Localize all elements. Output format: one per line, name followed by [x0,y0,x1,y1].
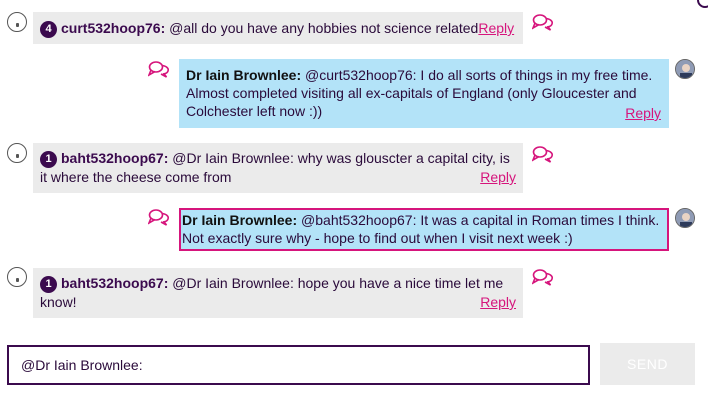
chat-bubbles-icon[interactable] [148,208,170,226]
student-avatar-icon [7,267,27,287]
message-bubble: 1 baht532hoop67: @Dr Iain Brownlee: why w… [33,143,523,193]
message-bubble: 1 baht532hoop67: @Dr Iain Brownlee: hope … [33,268,523,318]
message-author[interactable]: Dr Iain Brownlee: [182,212,297,228]
message-text: @all do you have any hobbies not science… [169,20,479,36]
chat-bubbles-icon[interactable] [532,145,554,163]
send-button[interactable]: SEND [600,343,695,385]
reply-link[interactable]: Reply [480,169,516,185]
student-avatar-icon [7,12,27,32]
message-input[interactable]: @Dr Iain Brownlee: [7,345,590,385]
message-count-badge: 4 [40,21,57,38]
message-author[interactable]: Dr Iain Brownlee: [186,67,301,83]
staff-message-bubble-highlighted: Dr Iain Brownlee: @baht532hoop67: It was… [179,208,669,251]
message-count-badge: 1 [40,276,57,293]
chat-bubbles-icon[interactable] [532,13,554,31]
message-author[interactable]: curt532hoop76: [61,20,165,36]
corner-badge-fragment [697,0,708,8]
chat-bubbles-icon[interactable] [532,268,554,286]
message-bubble: 4 curt532hoop76: @all do you have any hob… [33,12,523,44]
staff-avatar [675,59,695,79]
chat-bubbles-icon[interactable] [148,60,170,78]
student-avatar-icon [7,143,27,163]
reply-link[interactable]: Reply [480,294,516,310]
reply-link[interactable]: Reply [625,105,661,121]
reply-link[interactable]: Reply [478,20,514,36]
message-count-badge: 1 [40,151,57,168]
staff-message-bubble: Dr Iain Brownlee: @curt532hoop76: I do a… [179,59,669,128]
message-author[interactable]: baht532hoop67: [61,275,168,291]
message-author[interactable]: baht532hoop67: [61,150,168,166]
staff-avatar [675,208,695,228]
